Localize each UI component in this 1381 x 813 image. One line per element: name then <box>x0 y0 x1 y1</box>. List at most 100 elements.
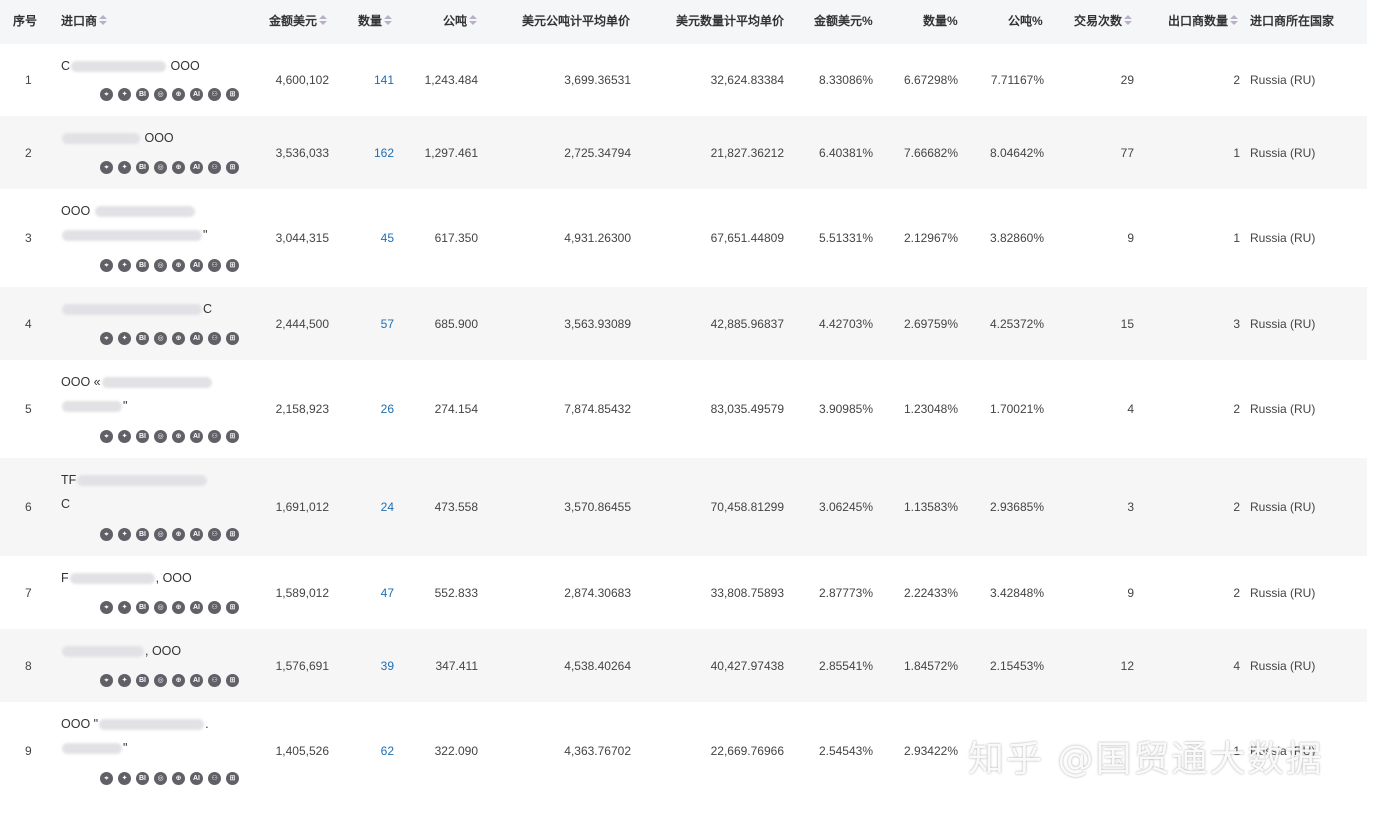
importer-name-line1[interactable]: TF <box>61 468 261 492</box>
bi-icon[interactable]: BI <box>136 601 149 614</box>
people-icon[interactable]: ⚇ <box>208 772 221 785</box>
compass-icon[interactable]: ✦ <box>118 528 131 541</box>
people-icon[interactable]: ⚇ <box>208 674 221 687</box>
grid-globe-icon[interactable]: ⊞ <box>226 259 239 272</box>
target-icon[interactable]: ⌖ <box>100 430 113 443</box>
table-row[interactable]: 5 OOO « " ⌖ ✦ BI ◎ ⊕ AI ⚇ ⊞ 2,158,923 26 274.15… <box>0 360 1367 458</box>
ai-icon[interactable]: AI <box>190 674 203 687</box>
grid-globe-icon[interactable]: ⊞ <box>226 674 239 687</box>
ai-icon[interactable]: AI <box>190 430 203 443</box>
bi-icon[interactable]: BI <box>136 674 149 687</box>
people-icon[interactable]: ⚇ <box>208 88 221 101</box>
sort-icon[interactable] <box>1230 15 1239 26</box>
ai-icon[interactable]: AI <box>190 601 203 614</box>
bi-icon[interactable]: BI <box>136 259 149 272</box>
target-icon[interactable]: ⌖ <box>100 259 113 272</box>
grid-globe-icon[interactable]: ⊞ <box>226 88 239 101</box>
target-icon[interactable]: ⌖ <box>100 332 113 345</box>
col-header-amount[interactable]: 金额美元 <box>269 0 328 44</box>
bi-icon[interactable]: BI <box>136 772 149 785</box>
target-icon[interactable]: ⌖ <box>100 88 113 101</box>
ai-icon[interactable]: AI <box>190 332 203 345</box>
ai-icon[interactable]: AI <box>190 772 203 785</box>
cell-quantity[interactable]: 57 <box>381 317 394 331</box>
importer-cell[interactable]: C OOO <box>61 54 261 78</box>
sort-icon[interactable] <box>99 15 108 26</box>
table-row[interactable]: 8 , OOO ⌖ ✦ BI ◎ ⊕ AI ⚇ ⊞ 1,576,691 39 347.411 … <box>0 629 1367 702</box>
ai-icon[interactable]: AI <box>190 259 203 272</box>
ai-icon[interactable]: AI <box>190 528 203 541</box>
compass-icon[interactable]: ✦ <box>118 601 131 614</box>
sort-icon[interactable] <box>469 15 478 26</box>
people-icon[interactable]: ⚇ <box>208 430 221 443</box>
globe-icon[interactable]: ⊕ <box>172 528 185 541</box>
bi-icon[interactable]: BI <box>136 88 149 101</box>
cell-quantity[interactable]: 141 <box>374 73 394 87</box>
cell-quantity[interactable]: 162 <box>374 146 394 160</box>
importer-cell[interactable]: , OOO <box>61 639 261 663</box>
col-header-quantity[interactable]: 数量 <box>358 0 393 44</box>
table-row[interactable]: 7 F, OOO ⌖ ✦ BI ◎ ⊕ AI ⚇ ⊞ 1,589,012 47 552.833… <box>0 556 1367 629</box>
globe-icon[interactable]: ⊕ <box>172 161 185 174</box>
globe-icon[interactable]: ⊕ <box>172 88 185 101</box>
col-header-trades[interactable]: 交易次数 <box>1074 0 1133 44</box>
cell-quantity[interactable]: 62 <box>381 744 394 758</box>
col-header-importer[interactable]: 进口商 <box>61 0 108 44</box>
cell-quantity[interactable]: 45 <box>381 231 394 245</box>
target-icon[interactable]: ⌖ <box>100 528 113 541</box>
col-header-exporters[interactable]: 出口商数量 <box>1168 0 1239 44</box>
target-icon[interactable]: ⌖ <box>100 161 113 174</box>
ai-icon[interactable]: AI <box>190 161 203 174</box>
table-row[interactable]: 2 OOO ⌖ ✦ BI ◎ ⊕ AI ⚇ ⊞ 3,536,033 162 1,297.461… <box>0 116 1367 189</box>
table-row[interactable]: 6 TF C ⌖ ✦ BI ◎ ⊕ AI ⚇ ⊞ 1,691,012 24 473.558 3… <box>0 458 1367 556</box>
bi-icon[interactable]: BI <box>136 430 149 443</box>
bi-icon[interactable]: BI <box>136 528 149 541</box>
cell-quantity[interactable]: 47 <box>381 586 394 600</box>
importer-cell[interactable]: OOO ". " <box>61 712 261 760</box>
importer-cell[interactable]: TF C <box>61 468 261 516</box>
sort-icon[interactable] <box>1124 15 1133 26</box>
sort-icon[interactable] <box>319 15 328 26</box>
people-icon[interactable]: ⚇ <box>208 332 221 345</box>
target-icon[interactable]: ⌖ <box>100 674 113 687</box>
importer-name-line1[interactable]: OOO <box>61 126 261 150</box>
importer-name-line1[interactable]: C <box>61 297 261 321</box>
circle-icon[interactable]: ◎ <box>154 88 167 101</box>
grid-globe-icon[interactable]: ⊞ <box>226 601 239 614</box>
cell-quantity[interactable]: 24 <box>381 500 394 514</box>
target-icon[interactable]: ⌖ <box>100 601 113 614</box>
importer-name-line1[interactable]: OOO <box>61 199 261 223</box>
bi-icon[interactable]: BI <box>136 332 149 345</box>
compass-icon[interactable]: ✦ <box>118 88 131 101</box>
people-icon[interactable]: ⚇ <box>208 161 221 174</box>
compass-icon[interactable]: ✦ <box>118 259 131 272</box>
circle-icon[interactable]: ◎ <box>154 259 167 272</box>
importer-name-line1[interactable]: OOO « <box>61 370 261 394</box>
circle-icon[interactable]: ◎ <box>154 430 167 443</box>
people-icon[interactable]: ⚇ <box>208 601 221 614</box>
grid-globe-icon[interactable]: ⊞ <box>226 332 239 345</box>
importer-name-line1[interactable]: OOO ". <box>61 712 261 736</box>
importer-name-line1[interactable]: F, OOO <box>61 566 261 590</box>
grid-globe-icon[interactable]: ⊞ <box>226 772 239 785</box>
bi-icon[interactable]: BI <box>136 161 149 174</box>
circle-icon[interactable]: ◎ <box>154 161 167 174</box>
circle-icon[interactable]: ◎ <box>154 772 167 785</box>
importer-cell[interactable]: OOO " <box>61 199 261 247</box>
globe-icon[interactable]: ⊕ <box>172 430 185 443</box>
table-row[interactable]: 4 C ⌖ ✦ BI ◎ ⊕ AI ⚇ ⊞ 2,444,500 57 685.900 3,56… <box>0 287 1367 360</box>
globe-icon[interactable]: ⊕ <box>172 674 185 687</box>
ai-icon[interactable]: AI <box>190 88 203 101</box>
col-header-tons[interactable]: 公吨 <box>443 0 478 44</box>
grid-globe-icon[interactable]: ⊞ <box>226 430 239 443</box>
grid-globe-icon[interactable]: ⊞ <box>226 528 239 541</box>
grid-globe-icon[interactable]: ⊞ <box>226 161 239 174</box>
importer-cell[interactable]: F, OOO <box>61 566 261 590</box>
importer-cell[interactable]: OOO <box>61 126 261 150</box>
cell-quantity[interactable]: 26 <box>381 402 394 416</box>
compass-icon[interactable]: ✦ <box>118 674 131 687</box>
globe-icon[interactable]: ⊕ <box>172 332 185 345</box>
globe-icon[interactable]: ⊕ <box>172 601 185 614</box>
importer-name-line1[interactable]: , OOO <box>61 639 261 663</box>
compass-icon[interactable]: ✦ <box>118 772 131 785</box>
